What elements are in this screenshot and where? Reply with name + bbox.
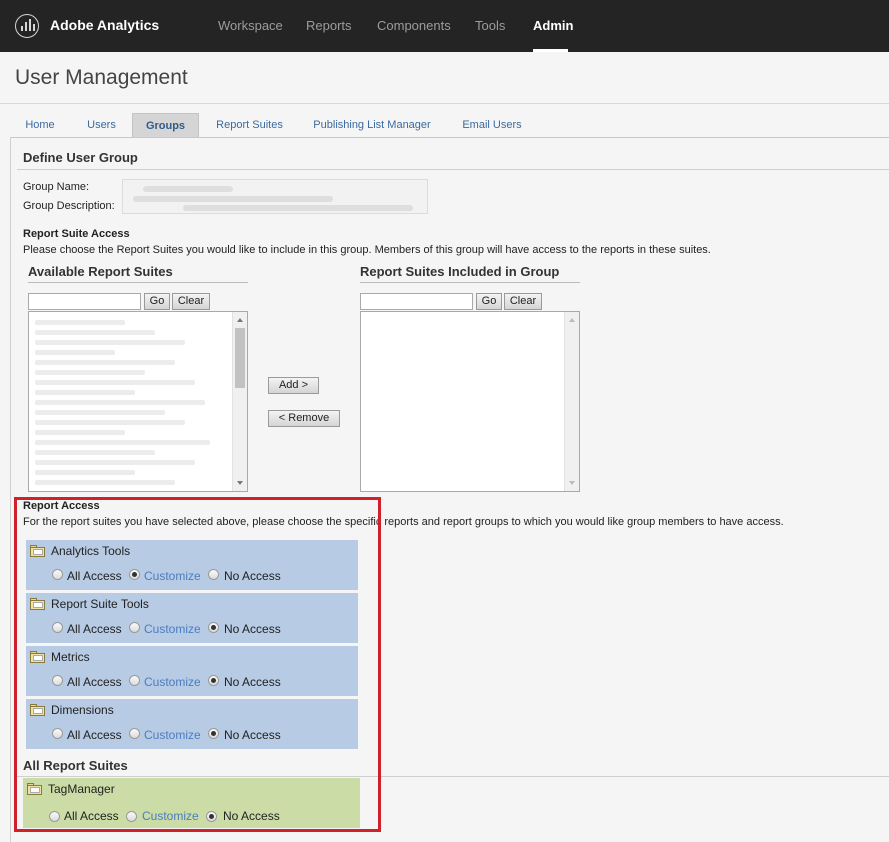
included-report-suites-heading: Report Suites Included in Group: [360, 264, 560, 279]
remove-button[interactable]: < Remove: [268, 410, 340, 427]
available-report-suites-heading: Available Report Suites: [28, 264, 173, 279]
report-suite-access-title: Report Suite Access: [23, 228, 130, 240]
scroll-down-icon[interactable]: [237, 481, 243, 485]
active-nav-indicator: [533, 49, 568, 52]
tabs-divider: [10, 137, 889, 138]
tab-users[interactable]: Users: [78, 113, 125, 138]
scroll-down-icon[interactable]: [569, 481, 575, 485]
scroll-thumb[interactable]: [235, 328, 245, 388]
highlight-annotation-box: [14, 497, 381, 832]
top-nav-bar: Adobe Analytics Workspace Reports Compon…: [0, 0, 889, 52]
included-clear-button[interactable]: Clear: [504, 293, 542, 310]
nav-components[interactable]: Components: [377, 18, 451, 33]
header-divider: [0, 103, 889, 104]
nav-workspace[interactable]: Workspace: [218, 18, 283, 33]
group-description-label: Group Description:: [23, 200, 115, 212]
included-search-input[interactable]: [360, 293, 473, 310]
page-title: User Management: [15, 66, 188, 89]
available-go-button[interactable]: Go: [144, 293, 170, 310]
scroll-up-icon[interactable]: [237, 318, 243, 322]
add-button[interactable]: Add >: [268, 377, 319, 394]
nav-tools[interactable]: Tools: [475, 18, 505, 33]
available-report-suites-list[interactable]: [28, 311, 248, 492]
adobe-analytics-logo-icon[interactable]: [15, 14, 39, 38]
included-list-scrollbar[interactable]: [564, 312, 579, 491]
included-heading-rule: [360, 282, 580, 283]
available-search-input[interactable]: [28, 293, 141, 310]
included-go-button[interactable]: Go: [476, 293, 502, 310]
tab-email-users[interactable]: Email Users: [453, 113, 531, 138]
group-name-label: Group Name:: [23, 181, 90, 193]
available-heading-rule: [28, 282, 248, 283]
tab-publishing-list-manager[interactable]: Publishing List Manager: [303, 113, 441, 138]
included-report-suites-list[interactable]: [360, 311, 580, 492]
tab-groups[interactable]: Groups: [132, 113, 199, 138]
group-name-description-fields[interactable]: [122, 179, 428, 214]
brand-name[interactable]: Adobe Analytics: [50, 17, 159, 33]
content-border: [10, 137, 11, 842]
tab-home[interactable]: Home: [15, 113, 65, 138]
nav-admin[interactable]: Admin: [533, 18, 573, 33]
scroll-up-icon[interactable]: [569, 318, 575, 322]
report-suite-access-description: Please choose the Report Suites you woul…: [23, 244, 711, 256]
nav-reports[interactable]: Reports: [306, 18, 352, 33]
section-divider: [17, 169, 889, 170]
available-clear-button[interactable]: Clear: [172, 293, 210, 310]
tab-report-suites[interactable]: Report Suites: [208, 113, 291, 138]
define-user-group-title: Define User Group: [23, 150, 138, 165]
available-list-scrollbar[interactable]: [232, 312, 247, 491]
